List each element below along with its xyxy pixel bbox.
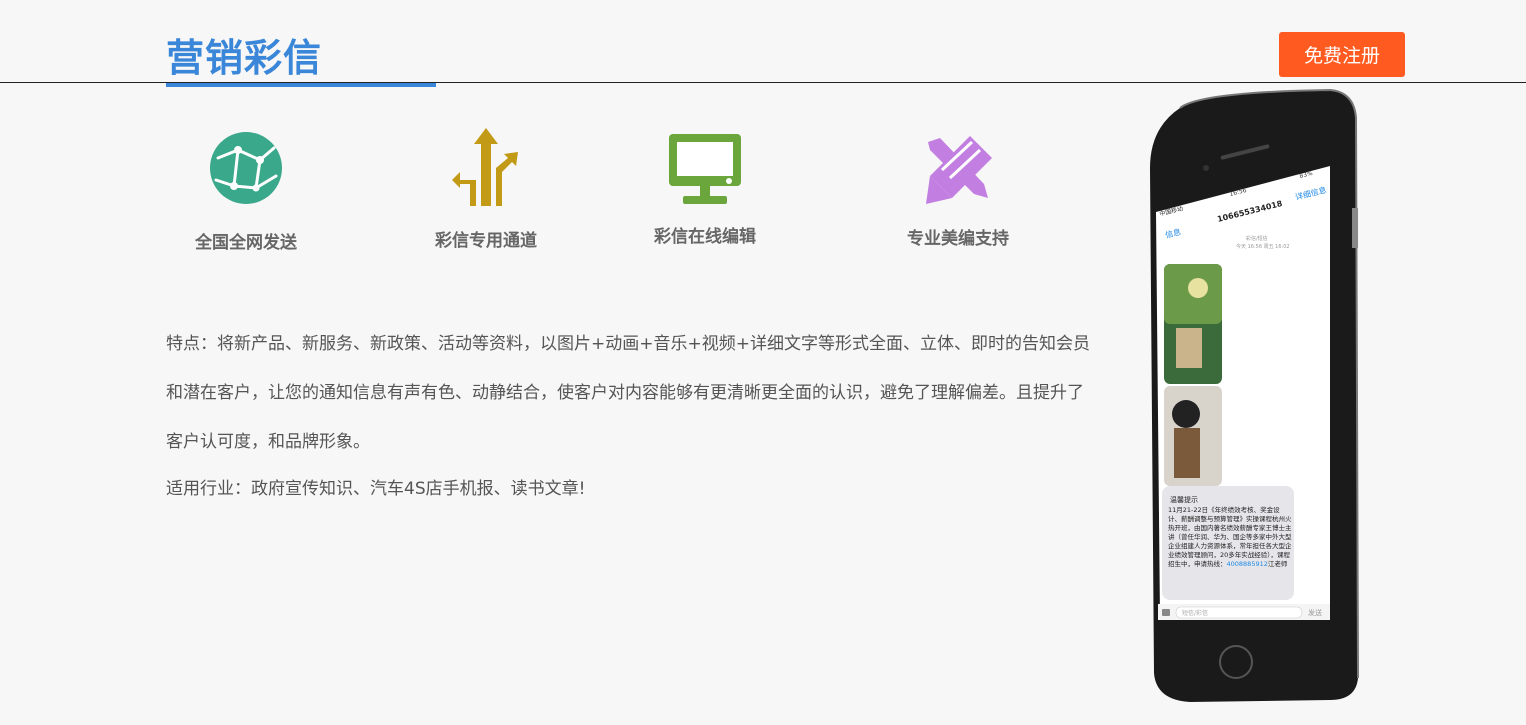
industry-description: 适用行业：政府宣传知识、汽车4S店手机报、读书文章!	[166, 479, 586, 499]
feature-pro-design: 专业美编支持	[898, 134, 1018, 249]
monitor-icon	[669, 134, 741, 204]
phone-send-button: 发送	[1308, 608, 1322, 617]
phone-notice-phone: 4008885912	[1226, 560, 1268, 568]
feature-dedicated-channel: 彩信专用通道	[426, 128, 546, 251]
phone-msg-meta: 彩信/短信	[1246, 235, 1268, 242]
phone-notice-phone-prefix: 申请热线：	[1194, 560, 1227, 568]
feature-online-edit: 彩信在线编辑	[645, 132, 765, 247]
feature-nationwide: 全国全网发送	[186, 130, 306, 253]
feature-label: 彩信在线编辑	[654, 227, 756, 247]
arrows-channel-icon	[452, 128, 518, 206]
phone-mockup: 中国移动 16:56 83% 信息 10665533401​8 详细信息 彩信/…	[1140, 88, 1365, 708]
page-title: 营销彩信	[166, 36, 323, 80]
feature-label: 全国全网发送	[195, 233, 297, 253]
features-description: 特点：将新产品、新服务、新政策、活动等资料，以图片+动画+音乐+视频+详细文字等…	[166, 334, 1090, 452]
feature-label: 彩信专用通道	[435, 231, 537, 251]
globe-network-icon	[210, 132, 282, 204]
phone-input: 短信/彩信	[1182, 609, 1208, 617]
phone-notice-body: 11月21-22日《年终绩效考核、奖金设计、薪酬调整与预算管理》实操课程杭州火热…	[1168, 506, 1292, 568]
phone-notice-phone-suffix: 江老师	[1267, 560, 1288, 568]
pen-brush-icon	[926, 136, 992, 204]
phone-msg-date: 今天 16:56 周五 16:02	[1236, 243, 1290, 250]
phone-notice-title: 温馨提示	[1170, 495, 1198, 504]
feature-label: 专业美编支持	[907, 229, 1009, 249]
camera-icon	[1162, 609, 1170, 616]
free-register-button[interactable]: 免费注册	[1279, 32, 1405, 77]
title-underline	[166, 83, 436, 87]
